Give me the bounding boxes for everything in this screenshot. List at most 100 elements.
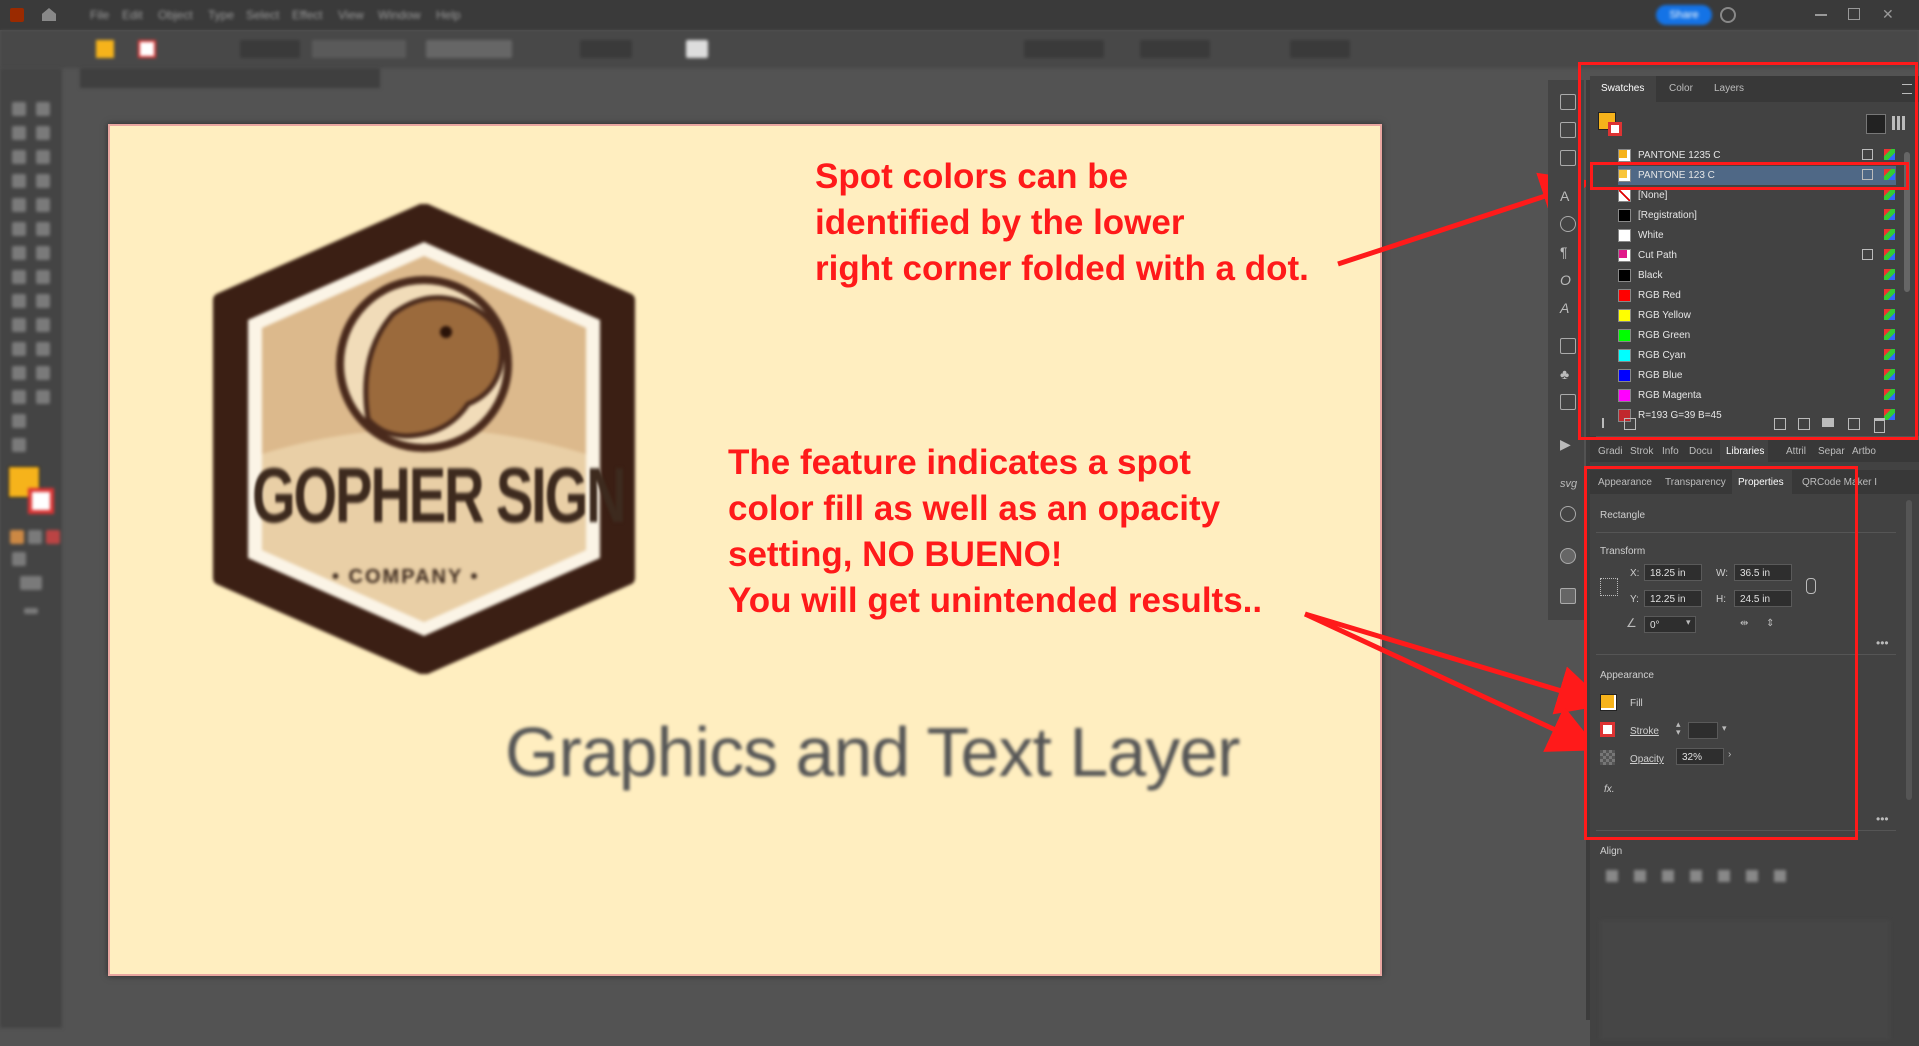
edit-toolbar-icon[interactable]: [24, 608, 38, 614]
artboards-panel-icon[interactable]: [1560, 94, 1576, 110]
direct-selection-tool-icon[interactable]: [36, 102, 50, 116]
logo-main-text: GOPHER SIGN: [252, 451, 627, 539]
scale-tool-icon[interactable]: [36, 246, 50, 260]
draw-mode-icon[interactable]: [12, 552, 26, 566]
character-panel-icon[interactable]: A: [1560, 188, 1574, 204]
menu-effect[interactable]: Effect: [292, 8, 322, 22]
minimize-icon[interactable]: [1815, 14, 1827, 16]
symbol-sprayer-tool-icon[interactable]: [12, 366, 26, 380]
selection-tool-icon[interactable]: [12, 102, 26, 116]
tab-attributes[interactable]: Attril: [1786, 446, 1806, 457]
brush-control[interactable]: [426, 40, 512, 58]
color-mode-icon[interactable]: [10, 530, 24, 544]
magic-wand-tool-icon[interactable]: [12, 126, 26, 140]
maximize-icon[interactable]: [1848, 8, 1860, 20]
settings-gear-icon[interactable]: [1560, 506, 1576, 522]
menu-edit[interactable]: Edit: [122, 8, 143, 22]
tab-artboards[interactable]: Artbo: [1852, 446, 1876, 457]
pen-tool-icon[interactable]: [12, 150, 26, 164]
menu-type[interactable]: Type: [208, 8, 234, 22]
paintbrush-tool-icon[interactable]: [36, 198, 50, 212]
artboard-caption-text: Graphics and Text Layer: [505, 713, 1240, 791]
graphic-styles-panel-icon[interactable]: [1560, 394, 1576, 410]
menu-file[interactable]: File: [90, 8, 109, 22]
lasso-tool-icon[interactable]: [36, 126, 50, 140]
share-button[interactable]: Share: [1656, 5, 1712, 25]
font-control[interactable]: [1024, 40, 1104, 58]
curvature-tool-icon[interactable]: [36, 150, 50, 164]
shape-builder-tool-icon[interactable]: [12, 294, 26, 308]
rotate-tool-icon[interactable]: [12, 246, 26, 260]
rectangle-tool-icon[interactable]: [12, 198, 26, 212]
links-panel-icon[interactable]: [1560, 216, 1576, 232]
actions-panel-icon[interactable]: ▶: [1560, 436, 1574, 452]
graph-tool-icon[interactable]: [36, 366, 50, 380]
eraser-tool-icon[interactable]: [36, 222, 50, 236]
menu-select[interactable]: Select: [246, 8, 279, 22]
paragraph-panel-icon[interactable]: ¶: [1560, 244, 1574, 260]
asset-export-icon[interactable]: [1560, 588, 1576, 604]
quick-actions-area: [1600, 920, 1890, 1040]
slice-tool-icon[interactable]: [36, 390, 50, 404]
align-panel-icon[interactable]: [1560, 122, 1576, 138]
none-mode-icon[interactable]: [46, 530, 60, 544]
tab-libraries[interactable]: Libraries: [1726, 446, 1764, 457]
tab-stroke[interactable]: Strok: [1630, 446, 1653, 457]
line-tool-icon[interactable]: [36, 174, 50, 188]
menu-view[interactable]: View: [338, 8, 364, 22]
align-buttons-row[interactable]: [1606, 870, 1796, 882]
eyedropper-tool-icon[interactable]: [12, 342, 26, 356]
align-section-title: Align: [1600, 846, 1623, 857]
gradient-mode-icon[interactable]: [28, 530, 42, 544]
menu-help[interactable]: Help: [436, 8, 461, 22]
menu-object[interactable]: Object: [158, 8, 193, 22]
stroke-color-well[interactable]: [28, 488, 54, 514]
mesh-tool-icon[interactable]: [12, 318, 26, 332]
artboard-tool-icon[interactable]: [12, 390, 26, 404]
svg-interactivity-panel-icon[interactable]: svg: [1560, 478, 1577, 492]
perspective-grid-tool-icon[interactable]: [36, 294, 50, 308]
variable-width-control[interactable]: [312, 40, 406, 58]
menu-window[interactable]: Window: [378, 8, 421, 22]
blend-tool-icon[interactable]: [36, 342, 50, 356]
type-tool-icon[interactable]: [12, 174, 26, 188]
opacity-control[interactable]: [580, 40, 632, 58]
shaper-tool-icon[interactable]: [12, 222, 26, 236]
stroke-swatch-control[interactable]: [138, 40, 156, 58]
tab-document-info[interactable]: Docu: [1689, 446, 1712, 457]
glyphs-panel-icon[interactable]: A: [1560, 300, 1574, 316]
screen-mode-icon[interactable]: [20, 576, 42, 590]
search-icon[interactable]: [1720, 7, 1736, 23]
symbols-panel-icon[interactable]: ♣: [1560, 366, 1574, 382]
stroke-weight-control[interactable]: [240, 40, 300, 58]
gradient-tool-icon[interactable]: [36, 318, 50, 332]
zoom-tool-icon[interactable]: [12, 438, 26, 452]
properties-scrollbar[interactable]: [1906, 500, 1912, 800]
font-style-control[interactable]: [1140, 40, 1210, 58]
close-icon[interactable]: ✕: [1882, 6, 1894, 23]
annotation-spot-colors: Spot colors can be identified by the low…: [815, 157, 1309, 288]
style-control[interactable]: [686, 40, 708, 58]
width-tool-icon[interactable]: [12, 270, 26, 284]
tab-separations[interactable]: Separ: [1818, 446, 1845, 457]
app-logo-icon: [10, 8, 24, 22]
highlight-selected-swatch: [1590, 162, 1909, 190]
opentype-panel-icon[interactable]: O: [1560, 272, 1574, 288]
transform-more-options-icon[interactable]: •••: [1876, 636, 1889, 650]
home-icon[interactable]: [42, 8, 56, 21]
tab-gradient[interactable]: Gradi: [1598, 446, 1622, 457]
pathfinder-panel-icon[interactable]: [1560, 150, 1576, 166]
gopher-sign-logo: [213, 204, 635, 674]
document-tab[interactable]: [80, 68, 380, 88]
tab-info[interactable]: Info: [1662, 446, 1679, 457]
cc-libraries-icon[interactable]: [1560, 548, 1576, 564]
secondary-panel-tabs: Gradi Strok Info Docu Libraries Attril S…: [1590, 440, 1919, 466]
fill-swatch-control[interactable]: [96, 40, 114, 58]
free-transform-tool-icon[interactable]: [36, 270, 50, 284]
hand-tool-icon[interactable]: [12, 414, 26, 428]
font-size-control[interactable]: [1290, 40, 1350, 58]
brushes-panel-icon[interactable]: [1560, 338, 1576, 354]
highlight-properties-panel: [1584, 466, 1858, 840]
highlight-swatches-panel: [1578, 62, 1918, 440]
appearance-more-options-icon[interactable]: •••: [1876, 812, 1889, 826]
